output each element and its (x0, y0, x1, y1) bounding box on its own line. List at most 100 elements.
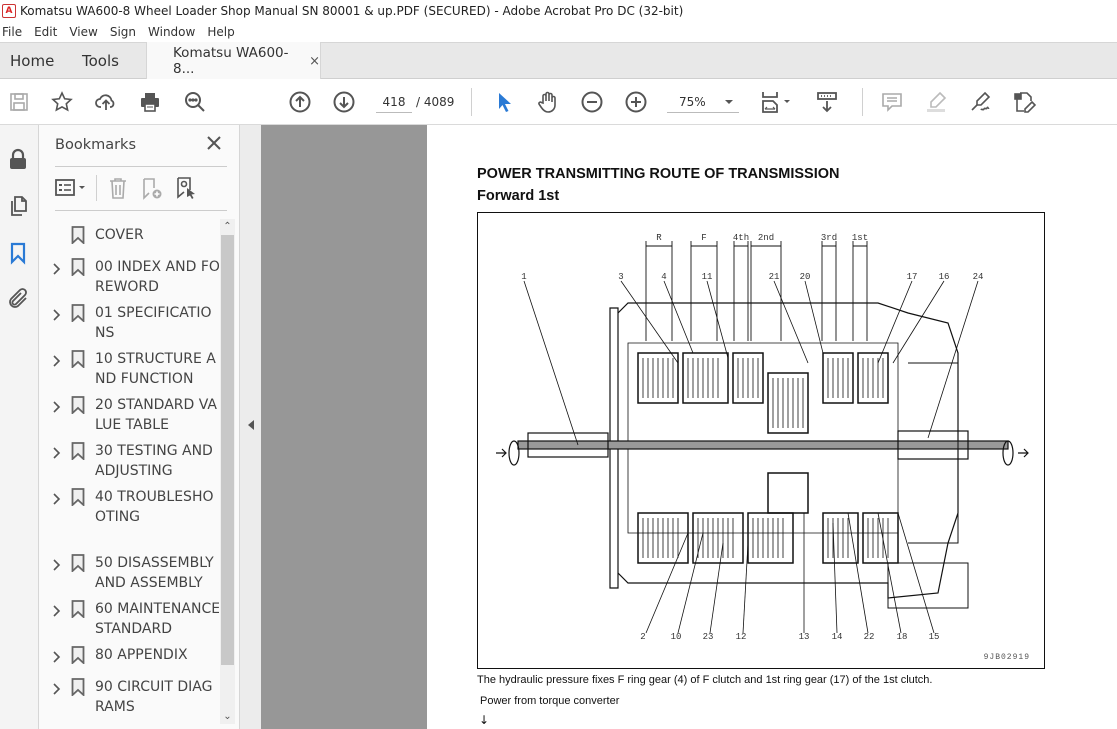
menu-window[interactable]: Window (148, 25, 195, 39)
callout-number: 10 (671, 632, 682, 642)
select-pointer-icon[interactable] (493, 90, 517, 114)
page-down-icon[interactable] (332, 90, 356, 114)
document-view[interactable]: POWER TRANSMITTING ROUTE OF TRANSMISSION… (261, 125, 1117, 729)
pages-icon[interactable] (6, 194, 30, 218)
chevron-right-icon[interactable] (51, 444, 63, 459)
chevron-down-icon (725, 100, 733, 104)
clutch-packs-top (637, 352, 889, 434)
bookmark-scrollbar[interactable]: ⌃ ⌄ (220, 219, 235, 724)
tab-home[interactable]: Home (10, 43, 54, 79)
bookmark-icon (71, 678, 85, 698)
bookmark-icon (71, 226, 85, 246)
output-arrow (1018, 448, 1029, 458)
top-callouts: 1 3 4 11 21 20 17 16 24 (521, 272, 983, 282)
chevron-right-icon[interactable] (51, 556, 63, 571)
page-total: / 4089 (416, 95, 455, 109)
sign-icon[interactable] (968, 90, 992, 114)
collapse-panel-icon[interactable] (248, 420, 254, 430)
upload-cloud-icon[interactable] (94, 90, 118, 114)
chevron-right-icon[interactable] (51, 648, 63, 663)
edit-pdf-icon[interactable] (1012, 90, 1036, 114)
page-up-icon[interactable] (288, 90, 312, 114)
callout-number: 21 (769, 272, 780, 282)
pdf-page: POWER TRANSMITTING ROUTE OF TRANSMISSION… (427, 125, 1117, 729)
chevron-right-icon[interactable] (51, 490, 63, 505)
bookmark-label: 40 TROUBLESHOOTING (95, 489, 214, 525)
tab-tools[interactable]: Tools (82, 43, 119, 79)
attachment-icon[interactable] (6, 287, 30, 311)
bookmark-label: 01 SPECIFICATIONS (95, 305, 212, 341)
zoom-in-icon[interactable] (624, 90, 648, 114)
bookmark-label: COVER (95, 227, 144, 243)
page-subheading: Forward 1st (477, 188, 560, 204)
menu-file[interactable]: File (2, 25, 22, 39)
chevron-right-icon[interactable] (51, 352, 63, 367)
tab-close-icon[interactable]: × (309, 54, 320, 69)
bookmarks-icon[interactable] (6, 241, 30, 265)
bookmark-icon (71, 304, 85, 324)
save-icon[interactable] (7, 90, 31, 114)
callout-number: 24 (973, 272, 984, 282)
menu-edit[interactable]: Edit (34, 25, 57, 39)
scroll-down-icon[interactable]: ⌄ (220, 709, 235, 724)
scrollbar-thumb[interactable] (221, 235, 234, 665)
tab-document[interactable]: Komatsu WA600-8... × (146, 42, 321, 80)
scroll-up-icon[interactable]: ⌃ (220, 219, 235, 234)
chevron-right-icon[interactable] (51, 306, 63, 321)
window-title: Komatsu WA600-8 Wheel Loader Shop Manual… (20, 3, 684, 18)
zoom-out-icon[interactable] (580, 90, 604, 114)
menu-help[interactable]: Help (207, 25, 234, 39)
chevron-right-icon[interactable] (51, 602, 63, 617)
close-icon[interactable] (206, 135, 222, 151)
menu-sign[interactable]: Sign (110, 25, 136, 39)
clutch-dimension-marks (645, 241, 868, 341)
toolbar-divider (862, 88, 863, 116)
chevron-right-icon[interactable] (51, 398, 63, 413)
print-icon[interactable] (138, 90, 162, 114)
new-bookmark-icon[interactable] (139, 176, 163, 200)
zoom-level-value: 75% (679, 95, 706, 109)
clutch-labels: R F 4th 2nd 3rd 1st (656, 233, 868, 243)
transmission-diagram: R F 4th 2nd 3rd 1st 1 3 4 11 21 20 17 16 (477, 212, 1045, 669)
lock-icon[interactable] (6, 147, 30, 171)
bottom-callouts: 2 10 23 12 13 14 22 18 15 (640, 632, 939, 642)
toolbar: 418 / 4089 75% (0, 79, 1117, 125)
bookmark-icon (71, 258, 85, 278)
bookmark-star-icon[interactable] (50, 90, 74, 114)
bookmarks-title: Bookmarks (55, 137, 137, 153)
scroll-mode-icon[interactable] (815, 90, 839, 114)
bookmark-label: 50 DISASSEMBLY AND ASSEMBLY (95, 555, 214, 591)
power-flow-start: Power from torque converter (480, 695, 620, 707)
find-icon[interactable] (183, 90, 207, 114)
acrobat-app-icon: A (2, 3, 16, 18)
bookmark-icon (71, 442, 85, 462)
panel-splitter[interactable] (240, 125, 261, 729)
callout-number: 17 (907, 272, 918, 282)
bookmark-options-icon[interactable] (55, 176, 89, 200)
chevron-right-icon[interactable] (51, 680, 63, 695)
delete-bookmark-icon[interactable] (106, 176, 130, 200)
hand-icon[interactable] (536, 90, 560, 114)
bookmark-from-selection-icon[interactable] (174, 176, 198, 200)
input-rotation-icon (508, 440, 520, 466)
callout-number: 20 (800, 272, 811, 282)
callout-number: 3 (618, 272, 623, 282)
bookmark-icon (71, 350, 85, 370)
clutch-label: 3rd (821, 233, 837, 243)
callout-number: 13 (799, 632, 810, 642)
bookmark-label: 80 APPENDIX (95, 647, 188, 663)
fit-page-icon[interactable] (760, 90, 794, 114)
callout-number: 14 (832, 632, 843, 642)
highlight-icon[interactable] (924, 90, 948, 114)
input-arrow (496, 448, 507, 458)
bookmark-icon (71, 396, 85, 416)
zoom-level-dropdown[interactable]: 75% (667, 93, 739, 113)
page-number-input[interactable]: 418 (376, 93, 412, 113)
bookmark-label: 30 TESTING AND ADJUSTING (95, 443, 213, 479)
menu-view[interactable]: View (69, 25, 97, 39)
bookmark-label: 10 STRUCTURE AND FUNCTION (95, 351, 216, 387)
bookmark-label: 60 MAINTENANCE STANDARD (95, 601, 219, 637)
chevron-right-icon[interactable] (51, 260, 63, 275)
toolbar-divider (471, 88, 472, 116)
comment-icon[interactable] (880, 90, 904, 114)
